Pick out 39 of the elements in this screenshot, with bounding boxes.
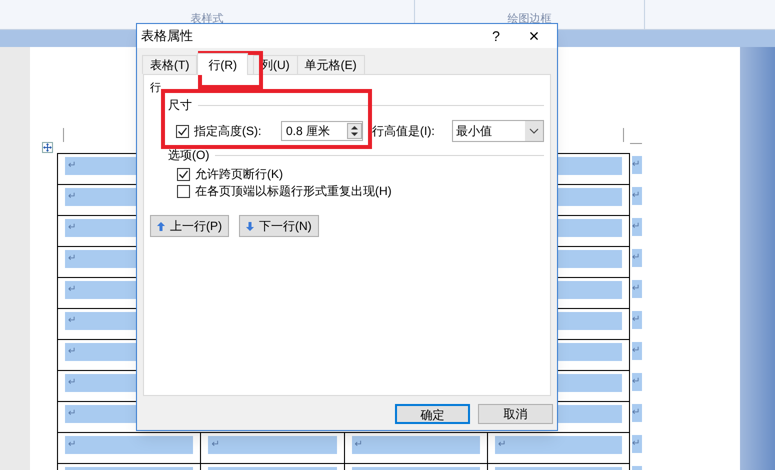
table-cell: ↵ bbox=[352, 436, 480, 454]
tab[interactable]: 行(R) bbox=[197, 53, 248, 75]
table-cell: ↵ bbox=[494, 436, 622, 454]
section-heading: 尺寸 bbox=[168, 97, 192, 114]
checkbox-label: 指定高度(S): bbox=[194, 123, 262, 140]
height-rule-dropdown[interactable]: 最小值 bbox=[452, 120, 544, 142]
down-arrow-icon bbox=[246, 222, 254, 230]
checkbox[interactable] bbox=[177, 168, 190, 180]
nav-button[interactable]: 上一行(P) bbox=[150, 215, 229, 237]
group-label: 行 bbox=[150, 81, 161, 95]
spinner-arrows-icon[interactable] bbox=[347, 123, 362, 139]
nav-button[interactable]: 下一行(N) bbox=[239, 215, 319, 237]
cancel-button[interactable]: 取消 bbox=[478, 404, 553, 424]
close-button[interactable]: × bbox=[511, 27, 557, 45]
tab[interactable]: 表格(T) bbox=[142, 55, 198, 74]
group-label: 表样式 bbox=[190, 12, 224, 26]
height-spinner[interactable]: 0.8 厘米 bbox=[280, 121, 363, 141]
up-arrow-icon bbox=[157, 222, 165, 230]
end-of-row-mark: ↵ bbox=[632, 311, 642, 329]
end-of-row-mark: ↵ bbox=[632, 249, 642, 267]
end-of-row-mark: ↵ bbox=[632, 373, 642, 391]
checkbox[interactable] bbox=[177, 184, 190, 198]
end-of-row-mark: ↵ bbox=[632, 156, 642, 174]
field-label: 行高值是(I): bbox=[372, 123, 436, 140]
dialog-title: 表格属性 bbox=[141, 27, 193, 46]
end-of-row-mark: ↵ bbox=[632, 342, 642, 360]
table-cell: ↵ bbox=[208, 436, 336, 454]
end-of-row-mark: ↵ bbox=[632, 435, 642, 453]
end-of-row-mark: ↵ bbox=[632, 404, 642, 422]
end-of-row-mark: ↵ bbox=[632, 187, 642, 205]
end-of-row-mark: ↵ bbox=[632, 280, 642, 298]
tab[interactable]: 单元格(E) bbox=[296, 55, 365, 74]
help-button[interactable]: ? bbox=[481, 26, 511, 46]
group-label: 绘图边框 bbox=[508, 12, 552, 26]
ok-button[interactable]: 确定 bbox=[395, 404, 470, 424]
table-move-handle-icon[interactable] bbox=[42, 142, 53, 153]
checkbox[interactable] bbox=[176, 124, 189, 138]
table-cell: ↵ bbox=[65, 436, 194, 454]
end-of-row-mark: ↵ bbox=[632, 218, 642, 236]
